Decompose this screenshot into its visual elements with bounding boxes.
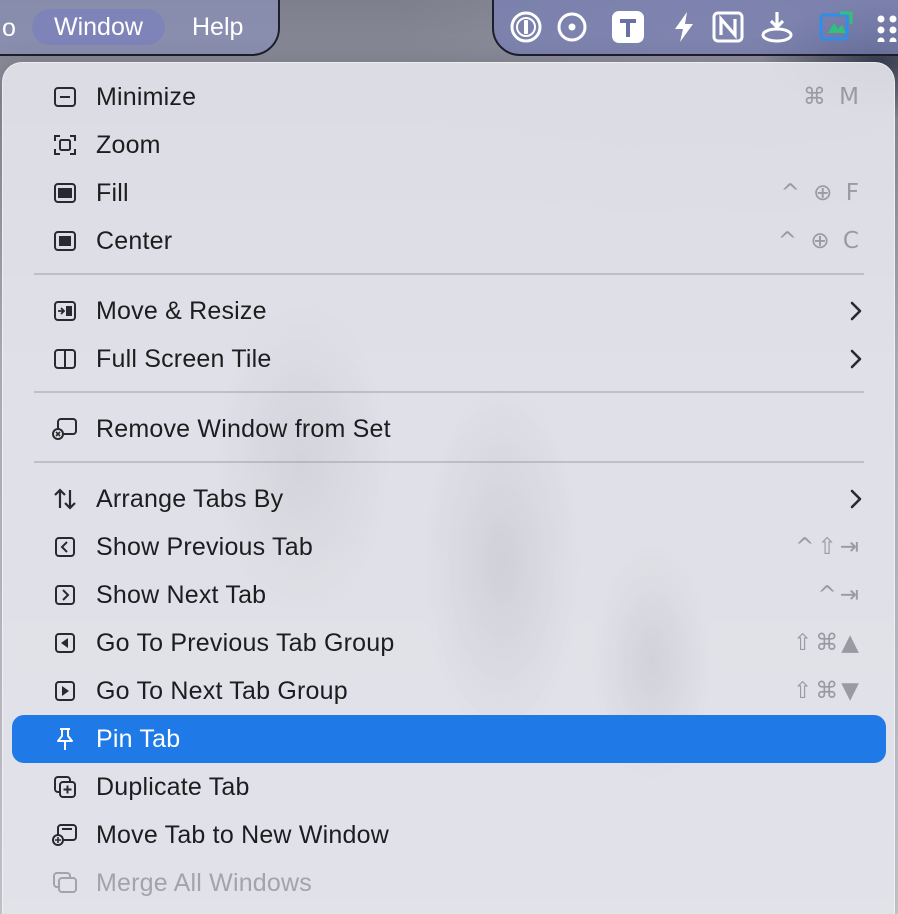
chevron-right-icon [848, 347, 864, 371]
full-screen-tile-icon [52, 347, 78, 371]
menu-item-label: Minimize [96, 83, 197, 111]
menu-item-label: Zoom [96, 131, 161, 159]
menu-item-label: Move & Resize [96, 297, 267, 325]
menu-item-label: Fill [96, 179, 129, 207]
arrange-arrows-icon [52, 487, 78, 511]
menu-item-pin-tab[interactable]: Pin Tab [12, 715, 886, 763]
move-tab-new-window-icon [52, 823, 78, 847]
menu-item-shortcut: ^ ⊕ F [780, 180, 862, 206]
menubar-clipped-item[interactable]: o [2, 14, 16, 43]
menubar-left: o Window Help [0, 0, 280, 56]
menubar-status-area [492, 0, 898, 56]
previous-tab-group-icon [52, 631, 78, 655]
menu-item-label: Pin Tab [96, 725, 181, 753]
menu-item-duplicate-tab[interactable]: Duplicate Tab [12, 763, 886, 811]
menu-item-move-tab-to-new-window[interactable]: Move Tab to New Window [12, 811, 886, 859]
menu-separator [34, 461, 864, 463]
menu-item-shortcut: ^ ⊕ C [777, 228, 862, 254]
chevron-right-icon [848, 299, 864, 323]
menu-item-move-resize[interactable]: Move & Resize [12, 287, 886, 335]
window-menu-dropdown: Minimize ⌘ M Zoom Fill ^ ⊕ F Center ^ ⊕ … [2, 62, 895, 914]
menu-item-label: Merge All Windows [96, 869, 312, 897]
pin-icon [52, 727, 78, 751]
menu-help[interactable]: Help [170, 9, 265, 45]
menu-item-label: Show Previous Tab [96, 533, 313, 561]
minimize-icon [52, 85, 78, 109]
move-resize-icon [52, 299, 78, 323]
menu-item-label: Duplicate Tab [96, 773, 250, 801]
menu-item-shortcut: ⌘ M [802, 84, 862, 110]
blue-app-icon[interactable] [818, 9, 854, 45]
menu-item-zoom[interactable]: Zoom [12, 121, 886, 169]
menu-item-label: Go To Previous Tab Group [96, 629, 395, 657]
merge-windows-icon [52, 871, 78, 895]
menu-separator [34, 273, 864, 275]
menu-item-arrange-tabs-by[interactable]: Arrange Tabs By [12, 475, 886, 523]
chevron-right-icon [848, 487, 864, 511]
menu-item-shortcut: ^⇧⇥ [795, 534, 862, 560]
circle-dot-icon[interactable] [554, 9, 590, 45]
bolt-icon[interactable] [666, 9, 702, 45]
menu-item-fill[interactable]: Fill ^ ⊕ F [12, 169, 886, 217]
download-tray-icon[interactable] [759, 9, 795, 45]
menu-item-go-to-previous-tab-group[interactable]: Go To Previous Tab Group ⇧⌘▲ [12, 619, 886, 667]
menu-window[interactable]: Window [32, 9, 165, 45]
menu-item-shortcut: ⇧⌘▼ [793, 678, 862, 704]
next-tab-group-icon [52, 679, 78, 703]
notion-n-icon[interactable] [710, 9, 746, 45]
menu-item-shortcut: ^⇥ [817, 582, 862, 608]
menu-item-label: Full Screen Tile [96, 345, 272, 373]
remove-window-icon [52, 417, 78, 441]
menu-item-shortcut: ⇧⌘▲ [793, 630, 862, 656]
menu-item-label: Move Tab to New Window [96, 821, 389, 849]
menu-item-label: Remove Window from Set [96, 415, 391, 443]
duplicate-tab-icon [52, 775, 78, 799]
menu-item-go-to-next-tab-group[interactable]: Go To Next Tab Group ⇧⌘▼ [12, 667, 886, 715]
menu-item-label: Center [96, 227, 173, 255]
menu-item-label: Go To Next Tab Group [96, 677, 348, 705]
center-icon [52, 229, 78, 253]
fill-icon [52, 181, 78, 205]
menu-item-merge-all-windows: Merge All Windows [12, 859, 886, 907]
menu-item-label: Show Next Tab [96, 581, 267, 609]
next-tab-icon [52, 583, 78, 607]
1password-icon[interactable] [508, 9, 544, 45]
previous-tab-icon [52, 535, 78, 559]
menu-item-remove-window-from-set[interactable]: Remove Window from Set [12, 405, 886, 453]
menu-item-label: Arrange Tabs By [96, 485, 284, 513]
menu-separator [34, 391, 864, 393]
menu-item-show-previous-tab[interactable]: Show Previous Tab ^⇧⇥ [12, 523, 886, 571]
menu-item-minimize[interactable]: Minimize ⌘ M [12, 73, 886, 121]
menu-item-show-next-tab[interactable]: Show Next Tab ^⇥ [12, 571, 886, 619]
dots-grid-icon[interactable] [870, 9, 898, 45]
menu-item-full-screen-tile[interactable]: Full Screen Tile [12, 335, 886, 383]
menu-item-center[interactable]: Center ^ ⊕ C [12, 217, 886, 265]
typora-t-icon[interactable] [610, 9, 646, 45]
zoom-icon [52, 133, 78, 157]
